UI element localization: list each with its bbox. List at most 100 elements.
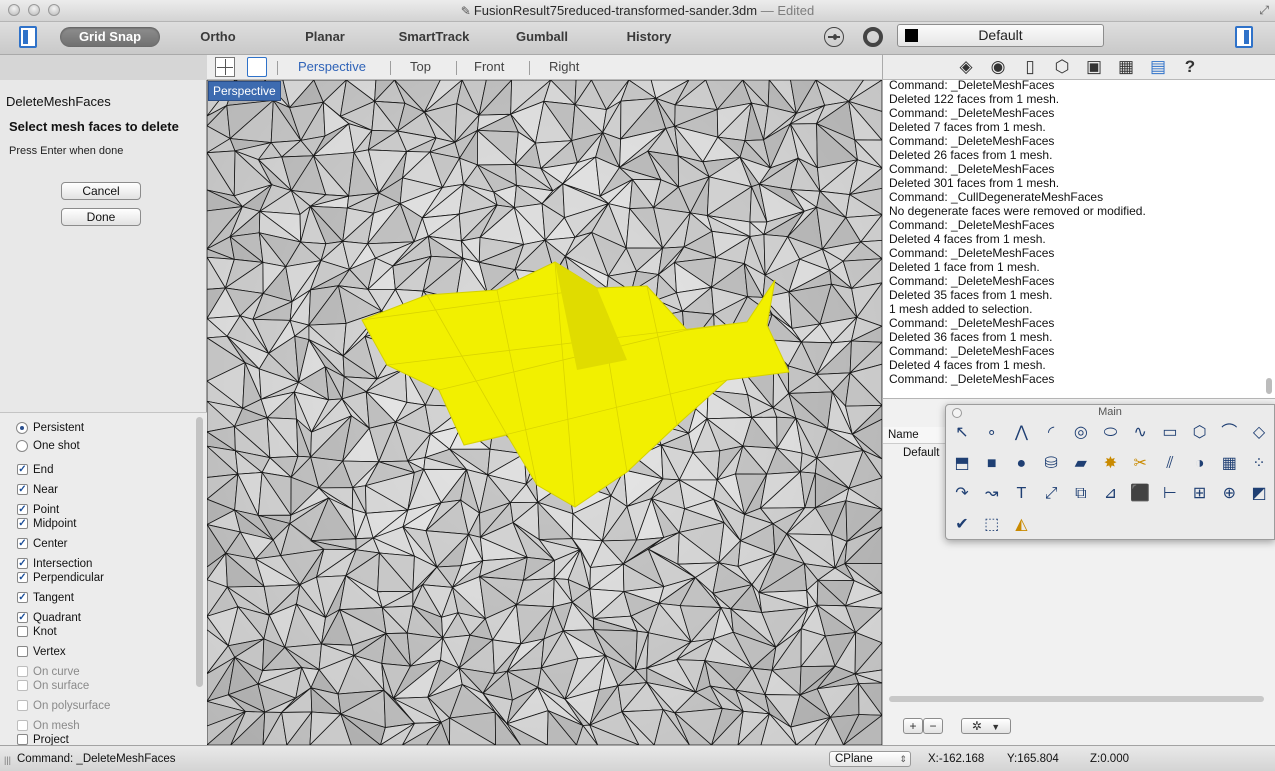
- checkbox[interactable]: ✓: [17, 484, 28, 495]
- grid-array-icon[interactable]: ⊞: [1188, 482, 1212, 506]
- camera-panel-icon[interactable]: ▣: [1083, 57, 1105, 77]
- checkbox: [17, 680, 28, 691]
- remove-layer-button[interactable]: −: [923, 718, 943, 734]
- checkbox[interactable]: ✓: [17, 518, 28, 529]
- chevron-down-icon: ▼: [991, 722, 1001, 732]
- perspective-viewport[interactable]: Perspective: [207, 80, 882, 745]
- rectangle-icon[interactable]: ▭: [1158, 421, 1182, 445]
- checkbox[interactable]: [17, 646, 28, 657]
- scale-icon[interactable]: ⊿: [1099, 482, 1123, 506]
- checkbox[interactable]: ✓: [17, 612, 28, 623]
- mesh-icon[interactable]: ▦: [1217, 452, 1241, 476]
- solid-tools-icon[interactable]: ⬛: [1128, 482, 1152, 506]
- surface-icon[interactable]: ◇: [1247, 421, 1271, 445]
- checkbox[interactable]: [17, 626, 28, 637]
- polyline-icon[interactable]: ⋀: [1009, 421, 1033, 445]
- cylinder-icon[interactable]: ⛁: [1039, 452, 1063, 476]
- analyze-icon[interactable]: ⊕: [1217, 482, 1241, 506]
- select-arrow-icon[interactable]: ↖: [950, 421, 974, 445]
- curve-tools-icon[interactable]: ↝: [980, 482, 1004, 506]
- mesh-wireframe[interactable]: [207, 80, 882, 745]
- osnap-scrollbar[interactable]: [196, 417, 203, 687]
- grid-snap-toggle[interactable]: Grid Snap: [60, 27, 160, 47]
- ellipse-icon[interactable]: ⬭: [1099, 421, 1123, 445]
- done-button[interactable]: Done: [61, 208, 141, 226]
- layers-name-column[interactable]: Name: [888, 429, 919, 441]
- single-viewport-icon[interactable]: [247, 57, 267, 77]
- grid-panel-icon[interactable]: ▦: [1115, 57, 1137, 77]
- osnap-label: On mesh: [33, 720, 80, 732]
- fullscreen-icon[interactable]: ⤢: [1259, 3, 1269, 18]
- tab-perspective[interactable]: Perspective: [298, 59, 366, 74]
- add-layer-button[interactable]: +: [903, 718, 923, 734]
- ortho-toggle[interactable]: Ortho: [188, 27, 248, 47]
- tab-front[interactable]: Front: [474, 59, 504, 74]
- check-icon[interactable]: ✔: [950, 513, 974, 537]
- layer-options-menu[interactable]: ✲ ▼: [961, 718, 1011, 734]
- checkbox[interactable]: ✓: [17, 572, 28, 583]
- resize-grip-icon[interactable]: |||: [4, 755, 11, 765]
- osnap-label: On polysurface: [33, 700, 111, 712]
- cancel-button[interactable]: Cancel: [61, 182, 141, 200]
- checkbox[interactable]: ✓: [17, 592, 28, 603]
- checkbox[interactable]: [17, 734, 28, 745]
- array-icon[interactable]: ⧉: [1069, 482, 1093, 506]
- osnap-label: On surface: [33, 680, 90, 692]
- help-panel-icon[interactable]: ?: [1179, 57, 1201, 77]
- extrude-icon[interactable]: ⬒: [950, 452, 974, 476]
- planar-toggle[interactable]: Planar: [295, 27, 355, 47]
- filter-icon[interactable]: [824, 27, 844, 47]
- transform-icon[interactable]: ⤢: [1039, 482, 1063, 506]
- box-icon[interactable]: ■: [980, 452, 1004, 476]
- layers-scrollbar[interactable]: [889, 696, 1264, 702]
- history-scrollbar[interactable]: [1266, 378, 1272, 394]
- osnap-mode-label: One shot: [33, 440, 80, 452]
- curve-icon[interactable]: ∿: [1128, 421, 1152, 445]
- render-panel-icon[interactable]: ◉: [987, 57, 1009, 77]
- notes-panel-icon[interactable]: ▯: [1019, 57, 1041, 77]
- left-panel-toggle-icon[interactable]: [19, 26, 37, 48]
- tab-top[interactable]: Top: [410, 59, 431, 74]
- trim-icon[interactable]: ✂: [1128, 452, 1152, 476]
- bounding-box-icon[interactable]: ⬚: [980, 513, 1004, 537]
- text-icon[interactable]: T: [1009, 482, 1033, 506]
- fillet-icon[interactable]: ⌒: [1217, 421, 1241, 445]
- paint-icon[interactable]: ◭: [1009, 513, 1033, 537]
- sphere-icon[interactable]: ●: [1009, 452, 1033, 476]
- circle-icon[interactable]: ◎: [1069, 421, 1093, 445]
- render-icon[interactable]: ◩: [1247, 482, 1271, 506]
- explode-icon[interactable]: ✸: [1099, 452, 1123, 476]
- split-icon[interactable]: ⫽: [1158, 452, 1182, 476]
- tab-right[interactable]: Right: [549, 59, 579, 74]
- checkbox[interactable]: ✓: [17, 558, 28, 569]
- layers-panel-icon[interactable]: ◈: [955, 57, 977, 77]
- checkbox[interactable]: ✓: [17, 504, 28, 515]
- points-icon[interactable]: ⁘: [1247, 452, 1271, 476]
- four-viewports-icon[interactable]: [215, 57, 235, 77]
- gumball-toggle[interactable]: Gumball: [507, 27, 577, 47]
- plane-surface-icon[interactable]: ▰: [1069, 452, 1093, 476]
- command-history-panel-icon[interactable]: ▤: [1147, 57, 1169, 77]
- command-line[interactable]: Command: _DeleteMeshFaces: [17, 753, 176, 765]
- dimension-icon[interactable]: ⊢: [1158, 482, 1182, 506]
- layer-selector[interactable]: Default: [897, 24, 1104, 47]
- checkbox[interactable]: ✓: [17, 538, 28, 549]
- history-line: Command: _DeleteMeshFaces: [889, 80, 1055, 92]
- boolean-icon[interactable]: ◑: [1188, 452, 1212, 476]
- radio-button[interactable]: [16, 422, 28, 434]
- smarttrack-toggle[interactable]: SmartTrack: [393, 27, 475, 47]
- osnap-label: Point: [33, 504, 60, 516]
- layer-row[interactable]: Default: [903, 447, 939, 459]
- radio-button[interactable]: [16, 440, 28, 452]
- viewport-label[interactable]: Perspective: [208, 81, 281, 101]
- checkbox[interactable]: ✓: [17, 464, 28, 475]
- properties-panel-icon[interactable]: ⬡: [1051, 57, 1073, 77]
- record-icon[interactable]: [863, 27, 883, 47]
- point-icon[interactable]: ∘: [980, 421, 1004, 445]
- arc-icon[interactable]: ◜: [1039, 421, 1063, 445]
- cplane-selector[interactable]: CPlane ⇕: [829, 751, 911, 767]
- polygon-icon[interactable]: ⬡: [1188, 421, 1212, 445]
- offset-icon[interactable]: ↷: [950, 482, 974, 506]
- right-panel-toggle-icon[interactable]: [1235, 26, 1253, 48]
- history-toggle[interactable]: History: [618, 27, 680, 47]
